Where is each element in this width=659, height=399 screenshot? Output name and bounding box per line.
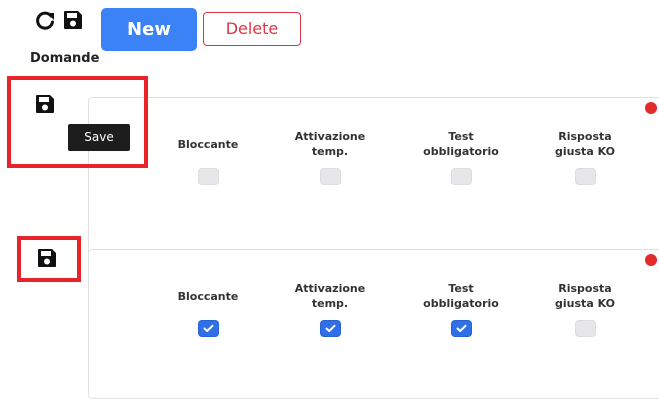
- column-risposta-giusta-ko: Risposta giusta KO: [540, 280, 630, 337]
- checkbox[interactable]: [319, 168, 341, 185]
- column-attivazione-temp: Attivazione temp.: [285, 280, 375, 337]
- checkbox[interactable]: [450, 320, 472, 337]
- save-icon[interactable]: [62, 9, 84, 31]
- new-button[interactable]: New: [101, 8, 197, 51]
- column-label: Bloccante: [177, 289, 239, 303]
- column-test-obbligatorio: Test obbligatorio: [416, 280, 506, 337]
- save-tooltip: Save: [68, 124, 130, 151]
- checkbox[interactable]: [574, 168, 596, 185]
- checkbox[interactable]: [197, 168, 219, 185]
- column-bloccante: Bloccante: [163, 280, 253, 337]
- checkmark-icon: [456, 324, 466, 332]
- row-save-icon[interactable]: [33, 93, 57, 115]
- column-label: Risposta giusta KO: [555, 282, 615, 310]
- delete-button[interactable]: Delete: [203, 12, 301, 46]
- row-save-icon[interactable]: [35, 247, 59, 269]
- checkmark-icon: [325, 324, 335, 332]
- column-label: Test obbligatorio: [423, 282, 499, 310]
- checkbox[interactable]: [574, 320, 596, 337]
- column-label: Attivazione temp.: [294, 282, 366, 310]
- status-dot: [645, 102, 657, 114]
- checkbox[interactable]: [450, 168, 472, 185]
- checkbox[interactable]: [319, 320, 341, 337]
- checkmark-icon: [203, 324, 213, 332]
- checkbox[interactable]: [197, 320, 219, 337]
- column-label: Bloccante: [177, 137, 239, 151]
- column-label: Attivazione temp.: [294, 130, 366, 158]
- status-dot: [645, 254, 657, 266]
- column-label: Risposta giusta KO: [555, 130, 615, 158]
- column-label: Test obbligatorio: [423, 130, 499, 158]
- annotation-box: [7, 76, 148, 168]
- refresh-icon[interactable]: [34, 10, 56, 32]
- column-attivazione-temp: Attivazione temp.: [285, 128, 375, 185]
- column-risposta-giusta-ko: Risposta giusta KO: [540, 128, 630, 185]
- column-test-obbligatorio: Test obbligatorio: [416, 128, 506, 185]
- section-title: Domande: [30, 51, 100, 66]
- column-bloccante: Bloccante: [163, 128, 253, 185]
